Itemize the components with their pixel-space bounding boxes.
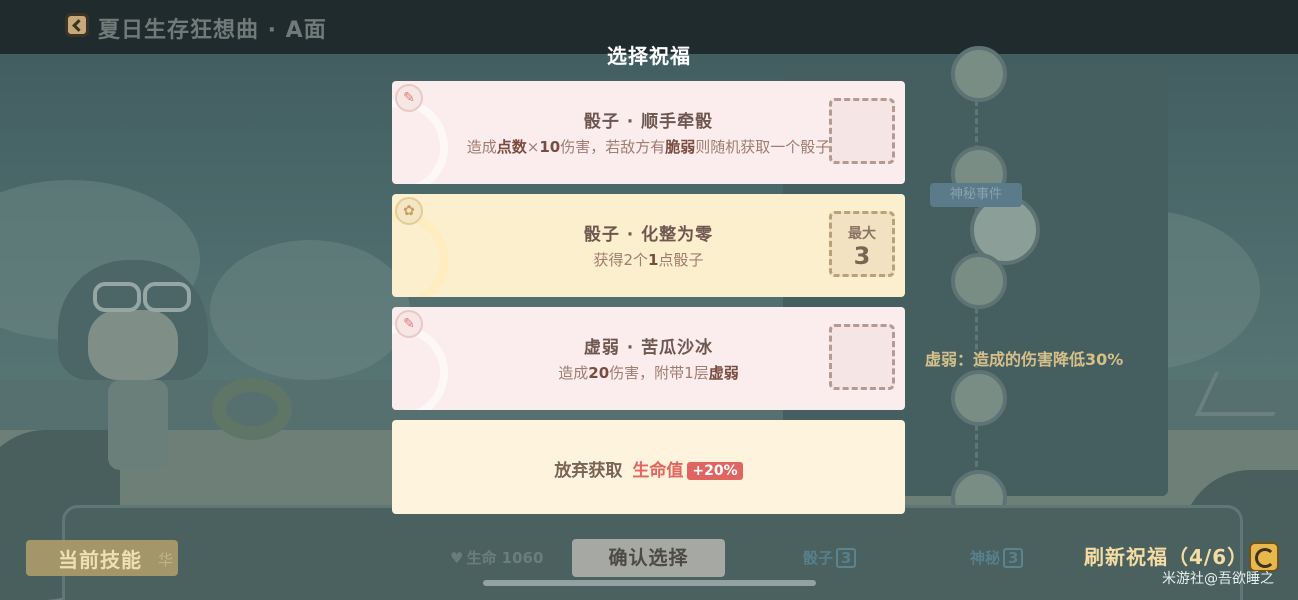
hp-stat: ♥ 生命 1060 — [450, 549, 544, 567]
map-node-dice-icon — [951, 253, 1007, 309]
back-icon[interactable] — [65, 13, 89, 37]
dice-slot — [829, 98, 895, 164]
blessing-option-3[interactable]: ✎ 虚弱 · 苦瓜沙冰 造成20伤害，附带1层虚弱 — [392, 307, 905, 410]
hp-bonus-badge: +20% — [687, 462, 743, 480]
dice-stat: 骰子 3 — [803, 547, 857, 568]
player-character — [48, 250, 218, 480]
current-skills-button[interactable]: 当前技能 华 — [26, 540, 178, 576]
blessing-option-1[interactable]: ✎ 骰子 · 顺手牵骰 造成点数×10伤害，若敌方有脆弱则随机获取一个骰子 — [392, 81, 905, 184]
relic-stat: 神秘 3 — [970, 547, 1024, 568]
watermark: 米游社@吾欲睡之 — [1162, 571, 1274, 587]
blessing-option-2[interactable]: ✿ 骰子 · 化整为零 获得2个1点骰子 最大 3 — [392, 194, 905, 297]
current-skills-label: 当前技能 — [58, 548, 142, 572]
dice-slot — [829, 324, 895, 390]
heart-icon: ♥ — [450, 549, 464, 567]
hp-stat-label: 生命值 — [632, 461, 684, 481]
abandon-text: 放弃获取 生命值 +20% — [392, 456, 905, 481]
home-indicator — [483, 580, 816, 586]
refresh-blessing-button[interactable]: 刷新祝福（4/6） — [1084, 541, 1248, 570]
dice-slot: 最大 3 — [829, 211, 895, 277]
skills-hint: 华 — [158, 551, 174, 569]
swim-ring-decoration — [212, 378, 292, 440]
modal-title: 选择祝福 — [607, 44, 691, 68]
map-node-icon — [951, 370, 1007, 426]
keyword-tooltip: 虚弱：造成的伤害降低30% — [925, 350, 1124, 369]
abandon-option[interactable]: 放弃获取 生命值 +20% — [392, 420, 905, 514]
slot-max-label: 最大 — [848, 226, 876, 242]
map-node-tag: 神秘事件 — [930, 183, 1022, 207]
slot-max-value: 3 — [853, 242, 871, 270]
confirm-button[interactable]: 确认选择 — [572, 539, 725, 577]
cloud-decoration — [210, 240, 410, 380]
